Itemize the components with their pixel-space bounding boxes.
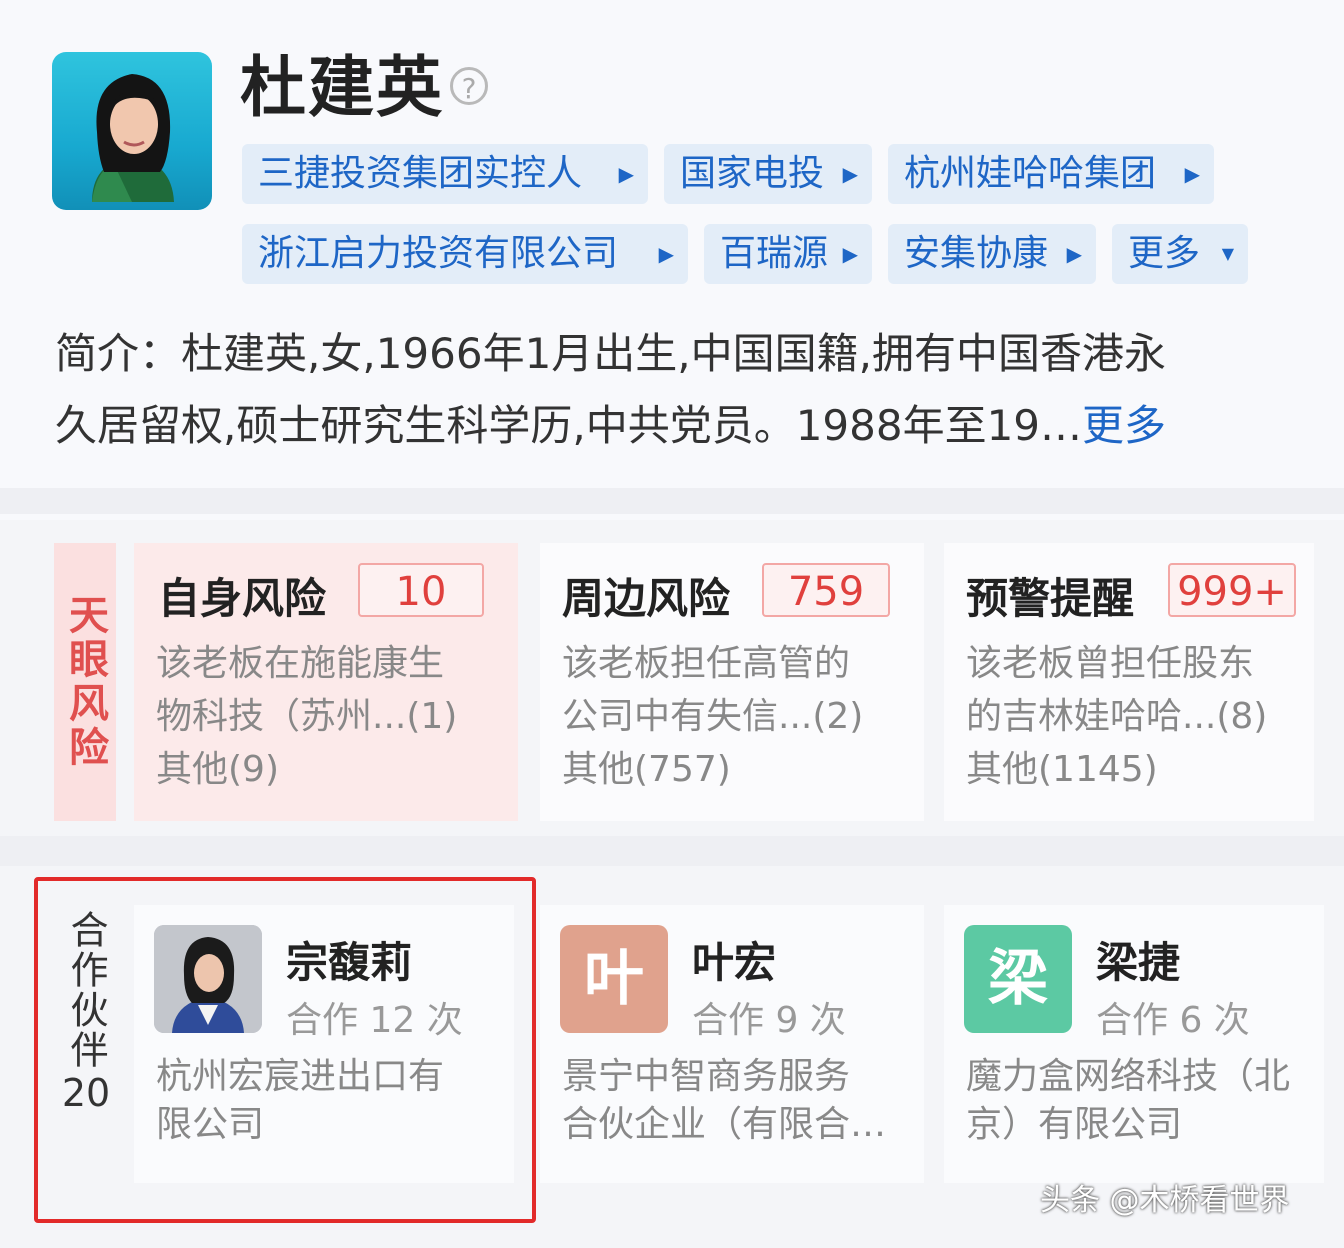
risk-detail-2: 的吉林娃哈哈...(8) xyxy=(966,696,1268,737)
chevron-right-icon: ▶ xyxy=(658,242,674,266)
risk-detail-1: 该老板在施能康生 xyxy=(156,643,445,684)
tag-sanjie[interactable]: 三捷投资集团实控人 ▶ xyxy=(242,144,648,204)
partner-avatar: 叶 xyxy=(560,925,668,1033)
risk-title: 周边风险 xyxy=(562,574,731,623)
risk-count-badge: 999+ xyxy=(1168,563,1296,617)
risk-detail-1: 该老板担任高管的 xyxy=(562,643,851,684)
tag-qili[interactable]: 浙江启力投资有限公司 ▶ xyxy=(242,224,688,284)
partner-name: 叶宏 xyxy=(692,938,777,987)
risk-detail-2: 公司中有失信...(2) xyxy=(562,696,864,737)
tag-label: 三捷投资集团实控人 xyxy=(258,153,583,194)
partner-company-line2: 合伙企业（有限合… xyxy=(562,1104,887,1145)
partner-name: 梁捷 xyxy=(1096,938,1181,987)
risk-count-badge: 759 xyxy=(762,563,890,617)
tag-label: 国家电投 xyxy=(680,153,825,194)
partner-company-line1: 魔力盒网络科技（北 xyxy=(966,1056,1291,1097)
tag-wahaha[interactable]: 杭州娃哈哈集团 ▶ xyxy=(888,144,1214,204)
risk-card-self[interactable]: 自身风险 10 该老板在施能康生 物科技（苏州...(1) 其他(9) xyxy=(134,543,518,821)
tag-guojiadiantou[interactable]: 国家电投 ▶ xyxy=(664,144,872,204)
risk-count-badge: 10 xyxy=(358,563,484,617)
chevron-right-icon: ▶ xyxy=(842,162,858,186)
tag-anjixiekang[interactable]: 安集协康 ▶ xyxy=(888,224,1096,284)
partner-company-line2: 京）有限公司 xyxy=(966,1104,1183,1145)
risk-card-surrounding[interactable]: 周边风险 759 该老板担任高管的 公司中有失信...(2) 其他(757) xyxy=(540,543,924,821)
risk-other: 其他(757) xyxy=(562,749,731,790)
partner-card-2[interactable]: 叶 叶宏 合作 9 次 景宁中智商务服务 合伙企业（有限合… xyxy=(540,905,924,1183)
tag-label: 安集协康 xyxy=(904,233,1049,274)
partner-times: 合作 6 次 xyxy=(1096,1000,1250,1041)
highlight-box xyxy=(34,877,536,1223)
chevron-right-icon: ▶ xyxy=(842,242,858,266)
risk-other: 其他(9) xyxy=(156,749,279,790)
intro-text: 简介：杜建英,女,1966年1月出生,中国国籍,拥有中国香港永 久居留权,硕士研… xyxy=(55,318,1295,462)
intro-line-1: 简介：杜建英,女,1966年1月出生,中国国籍,拥有中国香港永 xyxy=(55,329,1167,378)
risk-detail-1: 该老板曾担任股东 xyxy=(966,643,1255,684)
tag-label: 杭州娃哈哈集团 xyxy=(904,153,1157,194)
intro-more-link[interactable]: 更多 xyxy=(1082,401,1166,450)
risk-detail-2: 物科技（苏州...(1) xyxy=(156,696,458,737)
risk-section-label: 天眼风险 xyxy=(54,543,116,821)
partner-avatar: 梁 xyxy=(964,925,1072,1033)
intro-line-2: 久居留权,硕士研究生科学历,中共党员。1988年至19… xyxy=(55,401,1083,450)
risk-title: 自身风险 xyxy=(158,574,327,623)
person-name: 杜建英 xyxy=(240,49,444,126)
chevron-right-icon: ▶ xyxy=(618,162,634,186)
watermark: 头条 @木桥看世界 xyxy=(1040,1183,1290,1218)
risk-other: 其他(1145) xyxy=(966,749,1158,790)
more-tags-label: 更多 xyxy=(1128,233,1201,274)
chevron-right-icon: ▶ xyxy=(1066,242,1082,266)
partner-times: 合作 9 次 xyxy=(692,1000,846,1041)
partner-company-line1: 景宁中智商务服务 xyxy=(562,1056,851,1097)
chevron-down-icon: ▼ xyxy=(1221,244,1234,263)
section-divider xyxy=(0,836,1344,866)
person-photo-icon xyxy=(92,74,174,202)
tag-label: 百瑞源 xyxy=(720,233,829,274)
risk-title: 预警提醒 xyxy=(966,574,1135,623)
tag-label: 浙江启力投资有限公司 xyxy=(258,233,619,274)
partner-card-3[interactable]: 梁 梁捷 合作 6 次 魔力盒网络科技（北 京）有限公司 xyxy=(944,905,1324,1183)
risk-card-warning[interactable]: 预警提醒 999+ 该老板曾担任股东 的吉林娃哈哈...(8) 其他(1145) xyxy=(944,543,1314,821)
profile-avatar xyxy=(52,52,212,210)
help-icon[interactable]: ? xyxy=(450,67,488,105)
chevron-right-icon: ▶ xyxy=(1184,162,1200,186)
tag-bairuiyuan[interactable]: 百瑞源 ▶ xyxy=(704,224,872,284)
more-tags-button[interactable]: 更多 ▼ xyxy=(1112,224,1248,284)
section-divider xyxy=(0,488,1344,514)
